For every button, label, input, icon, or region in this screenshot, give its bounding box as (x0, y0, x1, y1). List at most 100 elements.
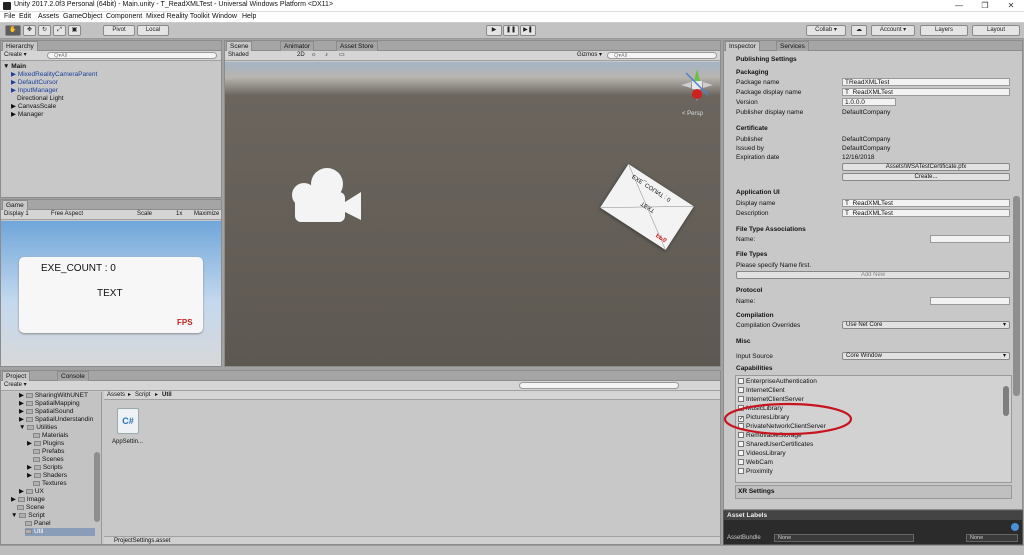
scene-search-input[interactable]: Q▾All (607, 52, 717, 59)
play-button[interactable]: ▶ (486, 25, 502, 36)
folder-item[interactable]: ▶ SpatialSound (19, 408, 73, 416)
collab-dropdown[interactable]: Collab ▾ (806, 25, 846, 36)
pause-button[interactable]: ❚❚ (503, 25, 519, 36)
menu-window[interactable]: Window (212, 13, 237, 20)
pivot-toggle[interactable]: Pivot (103, 25, 135, 36)
tab-asset-store[interactable]: Asset Store (336, 41, 378, 51)
file-name[interactable]: AppSettin... (112, 438, 143, 447)
project-create-dropdown[interactable]: Create ▾ (4, 381, 27, 390)
folder-item[interactable]: Panel (25, 520, 51, 528)
menu-file[interactable]: File (4, 13, 15, 20)
checkbox[interactable] (738, 387, 744, 393)
label-tag-icon[interactable] (1011, 523, 1019, 531)
input-source-dropdown[interactable]: Core Window ▾ (842, 352, 1010, 360)
checkbox[interactable] (738, 468, 744, 474)
menu-edit[interactable]: Edit (19, 13, 31, 20)
tab-inspector[interactable]: Inspector (725, 41, 760, 51)
folder-item[interactable]: ▶ SpatialUnderstandin (19, 416, 93, 424)
tab-animator[interactable]: Animator (280, 41, 315, 51)
protocol-name-field[interactable] (930, 297, 1010, 305)
move-tool-icon[interactable]: ✥ (23, 25, 36, 36)
hierarchy-item[interactable]: ▶ DefaultCursor (11, 79, 58, 87)
description-field[interactable]: T_ReadXMLTest (842, 209, 1010, 217)
image-icon[interactable]: ▭ (339, 51, 345, 60)
close-button[interactable]: ✕ (1002, 0, 1020, 11)
version-field[interactable]: 1.0.0.0 (842, 98, 896, 106)
local-toggle[interactable]: Local (137, 25, 169, 36)
mode-2d-toggle[interactable]: 2D (297, 51, 305, 60)
checkbox[interactable] (738, 450, 744, 456)
step-button[interactable]: ▶❚ (520, 25, 536, 36)
capability-item[interactable]: EnterpriseAuthentication (738, 377, 817, 386)
folder-item[interactable]: ▼ Script (11, 512, 45, 520)
project-search-input[interactable] (519, 382, 679, 389)
csharp-file-icon[interactable]: C# (117, 408, 139, 434)
tab-project[interactable]: Project (2, 371, 31, 381)
orientation-gizmo-icon[interactable] (677, 67, 717, 115)
hierarchy-item[interactable]: Directional Light (17, 95, 64, 103)
tree-scrollbar[interactable] (94, 452, 100, 522)
folder-item[interactable]: Materials (33, 432, 68, 440)
light-icon[interactable]: ☼ (311, 51, 317, 60)
tab-hierarchy[interactable]: Hierarchy (2, 41, 38, 51)
hierarchy-item[interactable]: ▶ Manager (11, 111, 43, 119)
display-name-field[interactable]: T_ReadXMLTest (842, 199, 1010, 207)
assetbundle-dropdown[interactable]: None (774, 534, 914, 542)
fta-name-field[interactable] (930, 235, 1010, 243)
folder-item[interactable]: Scene (17, 504, 44, 512)
menu-component[interactable]: Component (106, 13, 142, 20)
menu-mixed-reality-toolkit[interactable]: Mixed Reality Toolkit (146, 13, 210, 20)
hierarchy-item[interactable]: ▶ CanvasScale (11, 103, 56, 111)
folder-item[interactable]: ▶ Shaders (27, 472, 67, 480)
breadcrumb-util[interactable]: Util (162, 391, 172, 400)
gizmos-dropdown[interactable]: Gizmos ▾ (577, 51, 602, 60)
tab-services[interactable]: Services (776, 41, 809, 51)
add-new-button[interactable]: Add New (736, 271, 1010, 279)
package-display-field[interactable]: T_ReadXMLTest (842, 88, 1010, 96)
persp-label[interactable]: < Persp (682, 110, 703, 119)
checkbox[interactable] (738, 441, 744, 447)
inspector-scrollbar[interactable] (1013, 196, 1020, 396)
menu-assets[interactable]: Assets (38, 13, 59, 20)
aspect-dropdown[interactable]: Free Aspect (51, 210, 83, 219)
compilation-overrides-dropdown[interactable]: Use Net Core ▾ (842, 321, 1010, 329)
certificate-create-button[interactable]: Create... (842, 173, 1010, 181)
maximize-button[interactable]: ❐ (976, 0, 994, 11)
folder-item[interactable]: ▶ SpatialMapping (19, 400, 80, 408)
hierarchy-search-input[interactable]: Q▾All (47, 52, 217, 59)
tab-scene[interactable]: Scene (226, 41, 253, 51)
capability-item[interactable]: Proximity (738, 467, 773, 476)
scale-tool-icon[interactable]: ⤢ (53, 25, 66, 36)
hierarchy-item[interactable]: ▶ MixedRealityCameraParent (11, 71, 97, 79)
hand-tool-icon[interactable]: ✋ (5, 25, 21, 36)
folder-item[interactable]: ▶ SharingWithUNET (19, 392, 88, 400)
breadcrumb-assets[interactable]: Assets (107, 391, 125, 400)
capability-item[interactable]: SharedUserCertificates (738, 440, 813, 449)
folder-item[interactable]: Prefabs (33, 448, 64, 456)
capability-item[interactable]: VideosLibrary (738, 449, 786, 458)
layers-dropdown[interactable]: Layers (920, 25, 968, 36)
checkbox[interactable] (738, 459, 744, 465)
breadcrumb-script[interactable]: Script (135, 391, 150, 400)
capabilities-scrollbar[interactable] (1003, 386, 1009, 416)
audio-icon[interactable]: ♪ (325, 51, 328, 60)
certificate-path-button[interactable]: Assets\WSATestCertificate.pfx (842, 163, 1010, 171)
rect-tool-icon[interactable]: ▣ (68, 25, 81, 36)
shading-dropdown[interactable]: Shaded (228, 51, 249, 60)
checkbox[interactable] (738, 378, 744, 384)
folder-item[interactable]: ▶ Scripts (27, 464, 63, 472)
tab-game[interactable]: Game (2, 200, 28, 210)
folder-item[interactable]: Textures (33, 480, 67, 488)
folder-item-selected[interactable]: Util (25, 528, 95, 536)
capability-item[interactable]: WebCam (738, 458, 773, 467)
hierarchy-item[interactable]: ▶ InputManager (11, 87, 58, 95)
folder-item[interactable]: ▶ UX (19, 488, 44, 496)
account-dropdown[interactable]: Account ▾ (871, 25, 915, 36)
xr-settings-section[interactable]: XR Settings (735, 485, 1012, 499)
capability-item[interactable]: InternetClient (738, 386, 785, 395)
folder-item[interactable]: Scenes (33, 456, 64, 464)
create-dropdown[interactable]: Create ▾ (4, 51, 27, 60)
folder-item[interactable]: ▶ Image (11, 496, 45, 504)
folder-item[interactable]: ▶ Plugins (27, 440, 64, 448)
variant-dropdown[interactable]: None (966, 534, 1018, 542)
